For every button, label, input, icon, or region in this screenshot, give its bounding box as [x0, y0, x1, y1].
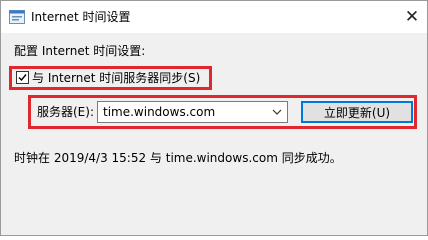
window-title: Internet 时间设置: [31, 10, 131, 24]
dialog-footer: [1, 217, 427, 235]
close-icon: ✕: [404, 6, 420, 27]
server-label: 服务器(E):: [37, 105, 94, 119]
chevron-down-icon: [272, 109, 282, 115]
internet-time-settings-dialog: Internet 时间设置 ✕ 配置 Internet 时间设置: 与 Inte…: [0, 0, 428, 236]
close-button[interactable]: ✕: [401, 6, 423, 28]
internet-time-settings-icon: [9, 10, 25, 24]
title-bar: Internet 时间设置 ✕: [1, 1, 427, 33]
dialog-body: 配置 Internet 时间设置: 与 Internet 时间服务器同步(S) …: [1, 33, 427, 217]
config-heading: 配置 Internet 时间设置:: [14, 44, 146, 58]
sync-status-message: 时钟在 2019/4/3 15:52 与 time.windows.com 同步…: [14, 151, 342, 165]
server-value[interactable]: time.windows.com: [103, 104, 215, 120]
sync-checkbox-row[interactable]: 与 Internet 时间服务器同步(S): [9, 66, 212, 90]
dropdown-button[interactable]: [269, 102, 285, 122]
server-settings-group: 服务器(E): time.windows.com 立即更新(U): [28, 95, 417, 129]
sync-checkbox-label[interactable]: 与 Internet 时间服务器同步(S): [32, 69, 200, 87]
sync-checkbox[interactable]: [16, 71, 29, 84]
update-now-button[interactable]: 立即更新(U): [301, 101, 413, 123]
checkmark-icon: [18, 74, 27, 82]
server-select[interactable]: time.windows.com: [97, 101, 288, 123]
